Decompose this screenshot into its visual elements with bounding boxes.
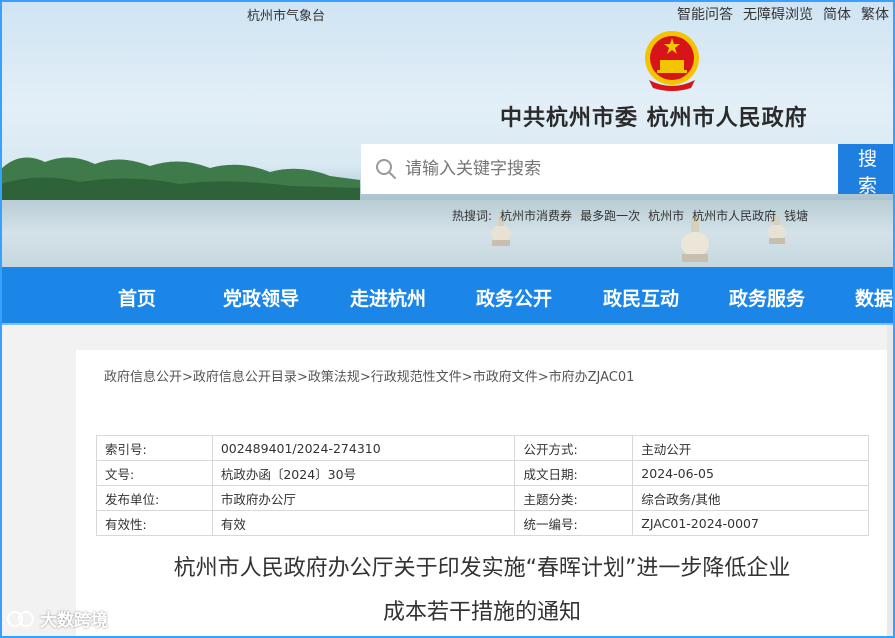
document-title: 杭州市人民政府办公厅关于印发实施“春晖计划”进一步降低企业 成本若干措施的通知 [76,547,888,635]
content-panel: 政府信息公开>政府信息公开目录>政策法规>行政规范性文件>市政府文件>市府办ZJ… [76,350,888,638]
hotwords-label: 热搜词: [452,209,493,223]
search-button[interactable]: 搜索 [838,144,895,197]
main-navigation: 首页 党政领导 走进杭州 政务公开 政民互动 政务服务 数据 [0,267,895,325]
document-title-line: 杭州市人民政府办公厅关于印发实施“春晖计划”进一步降低企业 [173,556,791,581]
weather-link[interactable]: 杭州市气象台 [247,5,325,24]
meta-value: 有效 [211,510,516,536]
hot-search-words: 热搜词: 杭州市消费券 最多跑一次 杭州市 杭州市人民政府 钱塘 [452,207,808,224]
meta-label: 发布单位: [96,485,213,511]
nav-item-about-hangzhou[interactable]: 走进杭州 [350,284,426,311]
topbar-link-accessibility[interactable]: 无障碍浏览 [743,4,813,24]
meta-value: 主动公开 [632,435,869,461]
nav-item-services[interactable]: 政务服务 [729,284,805,311]
nav-item-home[interactable]: 首页 [118,284,156,311]
meta-label: 主题分类: [514,485,634,511]
meta-value: 002489401/2024-274310 [211,435,516,461]
watermark-text: 大数跨境 [40,611,108,631]
breadcrumb-separator: > [537,370,549,385]
document-title-line: 成本若干措施的通知 [382,600,581,625]
meta-label: 成文日期: [514,460,634,486]
meta-label: 有效性: [96,510,213,536]
table-row: 文号: 杭政办函〔2024〕30号 成文日期: 2024-06-05 [96,460,869,486]
hotword-link[interactable]: 钱塘 [784,207,808,224]
meta-label: 索引号: [96,435,213,461]
table-row: 索引号: 002489401/2024-274310 公开方式: 主动公开 [96,435,869,461]
breadcrumb-separator: > [359,370,371,385]
site-title: 中共杭州市委 杭州市人民政府 [500,105,808,131]
topbar-link-simplified[interactable]: 简体 [823,4,851,24]
watermark-logo-icon [7,610,34,627]
search-box [361,144,838,194]
meta-value: 杭政办函〔2024〕30号 [211,460,516,486]
breadcrumb: 政府信息公开>政府信息公开目录>政策法规>行政规范性文件>市政府文件>市府办ZJ… [104,366,634,385]
table-row: 有效性: 有效 统一编号: ZJAC01-2024-0007 [96,510,869,536]
nav-item-data[interactable]: 数据 [855,284,893,311]
meta-value: ZJAC01-2024-0007 [632,510,869,536]
header-banner: 杭州市气象台 智能问答 无障碍浏览 简体 繁体 中共杭州市委 杭州市人民政府 搜… [0,0,895,267]
breadcrumb-separator: > [461,370,473,385]
watermark: 大数跨境 [6,606,108,631]
page-scrollbar[interactable] [887,325,893,638]
meta-label: 公开方式: [514,435,634,461]
breadcrumb-item[interactable]: 市府办ZJAC01 [549,370,635,385]
hotword-link[interactable]: 杭州市 [648,207,684,224]
topbar-links: 智能问答 无障碍浏览 简体 繁体 [677,4,889,24]
breadcrumb-item[interactable]: 市政府文件 [473,370,538,385]
hotword-link[interactable]: 杭州市消费券 [500,207,572,224]
nav-item-interaction[interactable]: 政民互动 [603,284,679,311]
breadcrumb-separator: > [182,370,193,385]
meta-label: 文号: [96,460,213,486]
search-input[interactable] [405,159,805,179]
hotword-link[interactable]: 杭州市人民政府 [692,207,776,224]
search-icon [376,159,396,179]
breadcrumb-item[interactable]: 政策法规 [308,370,360,385]
nav-item-leadership[interactable]: 党政领导 [223,284,299,311]
hotword-link[interactable]: 最多跑一次 [580,207,640,224]
national-emblem-icon [645,31,699,91]
breadcrumb-item[interactable]: 行政规范性文件 [371,370,462,385]
meta-value: 2024-06-05 [632,460,869,486]
breadcrumb-separator: > [296,370,308,385]
breadcrumb-item[interactable]: 政府信息公开 [104,370,182,385]
meta-value: 综合政务/其他 [632,485,869,511]
nav-item-government-affairs[interactable]: 政务公开 [476,284,552,311]
document-metadata-table: 索引号: 002489401/2024-274310 公开方式: 主动公开 文号… [96,435,869,536]
topbar-link-smart-qa[interactable]: 智能问答 [677,4,733,24]
table-row: 发布单位: 市政府办公厅 主题分类: 综合政务/其他 [96,485,869,511]
topbar-link-traditional[interactable]: 繁体 [861,4,889,24]
meta-label: 统一编号: [514,510,634,536]
meta-value: 市政府办公厅 [211,485,516,511]
breadcrumb-item[interactable]: 政府信息公开目录 [193,370,297,385]
